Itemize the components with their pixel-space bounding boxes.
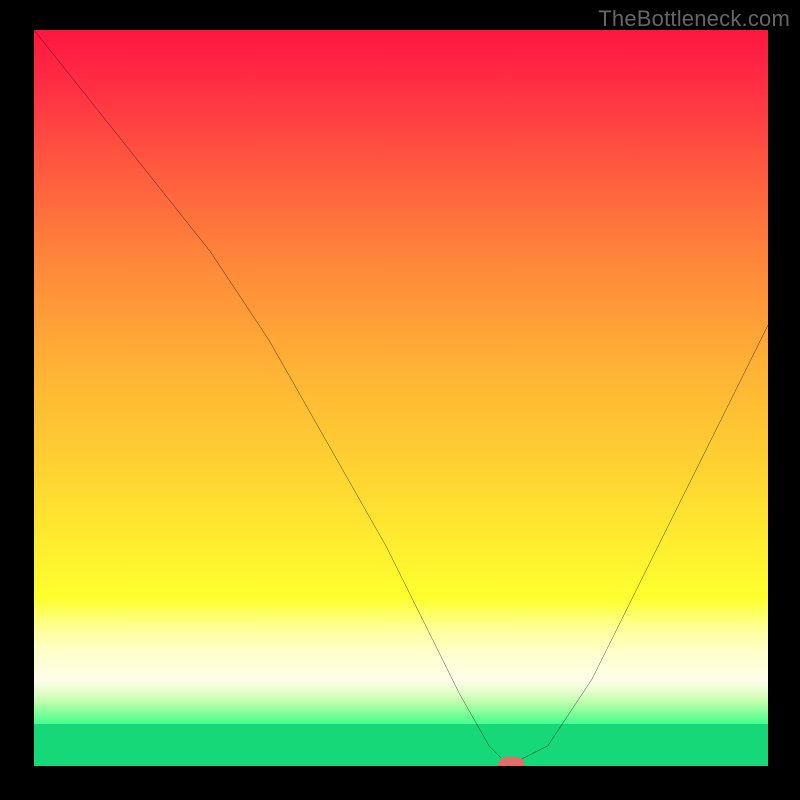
chart-frame: TheBottleneck.com (0, 0, 800, 800)
watermark-text: TheBottleneck.com (598, 6, 790, 32)
x-axis-baseline (34, 766, 768, 768)
plot-area (34, 30, 768, 768)
curve-svg (34, 30, 768, 768)
curve-path (34, 30, 768, 761)
plot-inner (34, 30, 768, 768)
